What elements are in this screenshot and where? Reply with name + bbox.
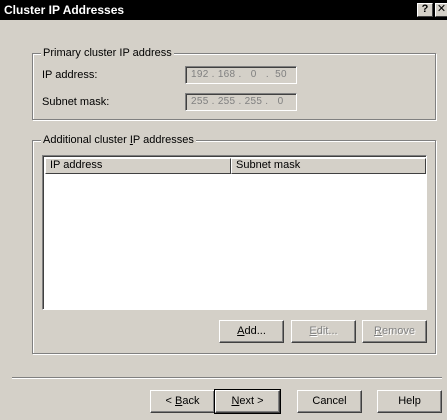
additional-ip-list[interactable]: IP address Subnet mask [42, 155, 427, 310]
edit-button[interactable]: Edit... [291, 320, 356, 343]
help-icon[interactable]: ? [417, 3, 433, 17]
subnet-mask-label: Subnet mask: [42, 96, 110, 108]
additional-ip-group-label: Additional cluster IP addresses [41, 134, 196, 146]
list-header: IP address Subnet mask [45, 158, 426, 174]
column-header-subnet-mask[interactable]: Subnet mask [231, 158, 426, 174]
window-title: Cluster IP Addresses [4, 3, 125, 17]
help-button[interactable]: Help [377, 390, 442, 413]
primary-ip-field: 192 . 168 . 0 . 50 [185, 66, 297, 84]
ip-address-label: IP address: [42, 69, 98, 81]
cancel-button[interactable]: Cancel [297, 390, 362, 413]
bottom-separator [12, 377, 442, 379]
title-bar: Cluster IP Addresses ? ✕ [0, 0, 447, 20]
close-icon[interactable]: ✕ [435, 3, 447, 17]
add-button[interactable]: Add... [219, 320, 284, 343]
next-button[interactable]: Next > [214, 389, 281, 414]
back-button[interactable]: < Back [150, 390, 215, 413]
primary-subnet-field: 255 . 255 . 255 . 0 [185, 93, 297, 111]
column-header-ip-address[interactable]: IP address [45, 158, 231, 174]
remove-button[interactable]: Remove [362, 320, 427, 343]
primary-ip-group-label: Primary cluster IP address [41, 47, 174, 59]
